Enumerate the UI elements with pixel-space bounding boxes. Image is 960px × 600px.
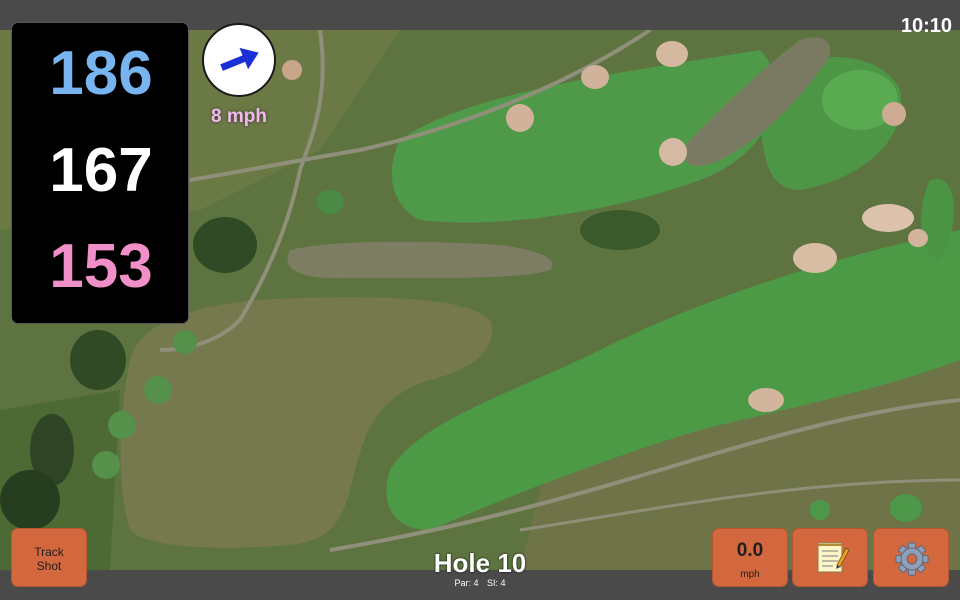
settings-button[interactable] [873, 528, 949, 587]
status-time: 10:10 [900, 15, 952, 37]
stroke-index-label: SI: 4 [487, 578, 506, 588]
notepad-icon [817, 542, 850, 573]
wind-arrow-icon [220, 47, 259, 71]
wind-speed: 8 mph [211, 106, 267, 127]
par-label: Par: 4 [454, 578, 479, 588]
hole-title: Hole 10 [433, 548, 527, 578]
wind-compass [202, 23, 276, 97]
front-distance: 153 [49, 232, 153, 301]
middle-distance: 167 [49, 136, 153, 205]
speed-button[interactable]: 0.0 mph [712, 528, 788, 587]
speed-value: 0.0 [736, 540, 764, 561]
scorecard-button[interactable] [792, 528, 868, 587]
back-distance: 186 [49, 39, 153, 108]
track-shot-label-line2: Shot [36, 559, 62, 573]
speed-unit: mph [740, 569, 760, 580]
gear-icon [895, 542, 929, 576]
track-shot-label-line1: Track [34, 545, 64, 559]
golf-gps-app: 10:10 186 167 153 8 mph Track Shot Hole … [0, 0, 960, 600]
distance-panel[interactable]: 186 167 153 [11, 22, 189, 324]
hole-info: Par: 4 SI: 4 [380, 578, 580, 588]
track-shot-button[interactable]: Track Shot [11, 528, 87, 587]
